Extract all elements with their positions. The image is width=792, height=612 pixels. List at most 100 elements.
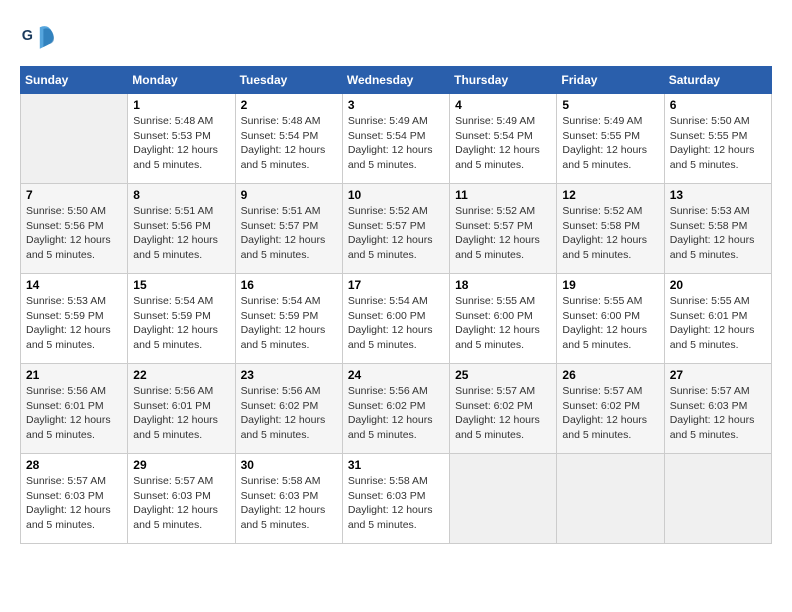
day-info: Sunrise: 5:52 AMSunset: 5:57 PMDaylight:…	[348, 204, 444, 263]
day-number: 5	[562, 98, 658, 112]
day-number: 13	[670, 188, 766, 202]
day-number: 20	[670, 278, 766, 292]
day-number: 11	[455, 188, 551, 202]
day-number: 15	[133, 278, 229, 292]
day-number: 27	[670, 368, 766, 382]
day-info: Sunrise: 5:54 AMSunset: 5:59 PMDaylight:…	[241, 294, 337, 353]
day-info: Sunrise: 5:55 AMSunset: 6:00 PMDaylight:…	[455, 294, 551, 353]
day-info: Sunrise: 5:51 AMSunset: 5:56 PMDaylight:…	[133, 204, 229, 263]
day-number: 30	[241, 458, 337, 472]
day-info: Sunrise: 5:57 AMSunset: 6:03 PMDaylight:…	[133, 474, 229, 533]
day-info: Sunrise: 5:52 AMSunset: 5:57 PMDaylight:…	[455, 204, 551, 263]
day-info: Sunrise: 5:56 AMSunset: 6:02 PMDaylight:…	[241, 384, 337, 443]
day-number: 8	[133, 188, 229, 202]
day-number: 23	[241, 368, 337, 382]
day-number: 26	[562, 368, 658, 382]
day-info: Sunrise: 5:53 AMSunset: 5:59 PMDaylight:…	[26, 294, 122, 353]
calendar-cell: 30 Sunrise: 5:58 AMSunset: 6:03 PMDaylig…	[235, 454, 342, 544]
day-number: 6	[670, 98, 766, 112]
day-info: Sunrise: 5:56 AMSunset: 6:01 PMDaylight:…	[26, 384, 122, 443]
day-info: Sunrise: 5:48 AMSunset: 5:54 PMDaylight:…	[241, 114, 337, 173]
weekday-header-wednesday: Wednesday	[342, 67, 449, 94]
calendar-cell: 15 Sunrise: 5:54 AMSunset: 5:59 PMDaylig…	[128, 274, 235, 364]
day-number: 24	[348, 368, 444, 382]
day-info: Sunrise: 5:57 AMSunset: 6:03 PMDaylight:…	[670, 384, 766, 443]
calendar-cell: 14 Sunrise: 5:53 AMSunset: 5:59 PMDaylig…	[21, 274, 128, 364]
day-info: Sunrise: 5:50 AMSunset: 5:55 PMDaylight:…	[670, 114, 766, 173]
day-number: 7	[26, 188, 122, 202]
day-info: Sunrise: 5:58 AMSunset: 6:03 PMDaylight:…	[241, 474, 337, 533]
day-number: 14	[26, 278, 122, 292]
day-number: 12	[562, 188, 658, 202]
weekday-header-sunday: Sunday	[21, 67, 128, 94]
day-info: Sunrise: 5:55 AMSunset: 6:00 PMDaylight:…	[562, 294, 658, 353]
day-info: Sunrise: 5:54 AMSunset: 6:00 PMDaylight:…	[348, 294, 444, 353]
week-row-4: 21 Sunrise: 5:56 AMSunset: 6:01 PMDaylig…	[21, 364, 772, 454]
week-row-2: 7 Sunrise: 5:50 AMSunset: 5:56 PMDayligh…	[21, 184, 772, 274]
calendar-cell	[557, 454, 664, 544]
day-info: Sunrise: 5:49 AMSunset: 5:54 PMDaylight:…	[348, 114, 444, 173]
day-number: 21	[26, 368, 122, 382]
calendar-cell: 3 Sunrise: 5:49 AMSunset: 5:54 PMDayligh…	[342, 94, 449, 184]
weekday-header-saturday: Saturday	[664, 67, 771, 94]
week-row-5: 28 Sunrise: 5:57 AMSunset: 6:03 PMDaylig…	[21, 454, 772, 544]
day-number: 16	[241, 278, 337, 292]
day-info: Sunrise: 5:51 AMSunset: 5:57 PMDaylight:…	[241, 204, 337, 263]
calendar-cell: 19 Sunrise: 5:55 AMSunset: 6:00 PMDaylig…	[557, 274, 664, 364]
day-number: 29	[133, 458, 229, 472]
calendar-cell: 17 Sunrise: 5:54 AMSunset: 6:00 PMDaylig…	[342, 274, 449, 364]
logo: G	[20, 20, 60, 56]
calendar-cell: 4 Sunrise: 5:49 AMSunset: 5:54 PMDayligh…	[450, 94, 557, 184]
calendar-cell: 13 Sunrise: 5:53 AMSunset: 5:58 PMDaylig…	[664, 184, 771, 274]
calendar-table: SundayMondayTuesdayWednesdayThursdayFrid…	[20, 66, 772, 544]
calendar-cell	[21, 94, 128, 184]
day-info: Sunrise: 5:57 AMSunset: 6:03 PMDaylight:…	[26, 474, 122, 533]
calendar-cell: 22 Sunrise: 5:56 AMSunset: 6:01 PMDaylig…	[128, 364, 235, 454]
calendar-cell: 6 Sunrise: 5:50 AMSunset: 5:55 PMDayligh…	[664, 94, 771, 184]
day-info: Sunrise: 5:55 AMSunset: 6:01 PMDaylight:…	[670, 294, 766, 353]
day-info: Sunrise: 5:58 AMSunset: 6:03 PMDaylight:…	[348, 474, 444, 533]
calendar-cell: 28 Sunrise: 5:57 AMSunset: 6:03 PMDaylig…	[21, 454, 128, 544]
calendar-cell: 25 Sunrise: 5:57 AMSunset: 6:02 PMDaylig…	[450, 364, 557, 454]
day-info: Sunrise: 5:54 AMSunset: 5:59 PMDaylight:…	[133, 294, 229, 353]
calendar-cell: 10 Sunrise: 5:52 AMSunset: 5:57 PMDaylig…	[342, 184, 449, 274]
calendar-cell: 5 Sunrise: 5:49 AMSunset: 5:55 PMDayligh…	[557, 94, 664, 184]
page-header: G	[20, 20, 772, 56]
day-info: Sunrise: 5:56 AMSunset: 6:01 PMDaylight:…	[133, 384, 229, 443]
calendar-cell: 24 Sunrise: 5:56 AMSunset: 6:02 PMDaylig…	[342, 364, 449, 454]
calendar-cell	[664, 454, 771, 544]
calendar-cell	[450, 454, 557, 544]
day-info: Sunrise: 5:56 AMSunset: 6:02 PMDaylight:…	[348, 384, 444, 443]
calendar-cell: 9 Sunrise: 5:51 AMSunset: 5:57 PMDayligh…	[235, 184, 342, 274]
day-info: Sunrise: 5:53 AMSunset: 5:58 PMDaylight:…	[670, 204, 766, 263]
calendar-cell: 1 Sunrise: 5:48 AMSunset: 5:53 PMDayligh…	[128, 94, 235, 184]
calendar-cell: 29 Sunrise: 5:57 AMSunset: 6:03 PMDaylig…	[128, 454, 235, 544]
day-info: Sunrise: 5:52 AMSunset: 5:58 PMDaylight:…	[562, 204, 658, 263]
svg-text:G: G	[22, 28, 33, 44]
calendar-cell: 20 Sunrise: 5:55 AMSunset: 6:01 PMDaylig…	[664, 274, 771, 364]
calendar-cell: 16 Sunrise: 5:54 AMSunset: 5:59 PMDaylig…	[235, 274, 342, 364]
day-number: 3	[348, 98, 444, 112]
day-number: 19	[562, 278, 658, 292]
day-number: 22	[133, 368, 229, 382]
day-number: 25	[455, 368, 551, 382]
weekday-header-tuesday: Tuesday	[235, 67, 342, 94]
calendar-cell: 27 Sunrise: 5:57 AMSunset: 6:03 PMDaylig…	[664, 364, 771, 454]
day-info: Sunrise: 5:49 AMSunset: 5:55 PMDaylight:…	[562, 114, 658, 173]
calendar-cell: 23 Sunrise: 5:56 AMSunset: 6:02 PMDaylig…	[235, 364, 342, 454]
day-number: 17	[348, 278, 444, 292]
day-number: 2	[241, 98, 337, 112]
day-info: Sunrise: 5:49 AMSunset: 5:54 PMDaylight:…	[455, 114, 551, 173]
day-info: Sunrise: 5:57 AMSunset: 6:02 PMDaylight:…	[455, 384, 551, 443]
weekday-header-monday: Monday	[128, 67, 235, 94]
calendar-cell: 2 Sunrise: 5:48 AMSunset: 5:54 PMDayligh…	[235, 94, 342, 184]
day-number: 28	[26, 458, 122, 472]
day-number: 9	[241, 188, 337, 202]
calendar-cell: 18 Sunrise: 5:55 AMSunset: 6:00 PMDaylig…	[450, 274, 557, 364]
week-row-1: 1 Sunrise: 5:48 AMSunset: 5:53 PMDayligh…	[21, 94, 772, 184]
day-info: Sunrise: 5:50 AMSunset: 5:56 PMDaylight:…	[26, 204, 122, 263]
logo-icon: G	[20, 20, 56, 56]
weekday-header-friday: Friday	[557, 67, 664, 94]
day-number: 4	[455, 98, 551, 112]
calendar-cell: 21 Sunrise: 5:56 AMSunset: 6:01 PMDaylig…	[21, 364, 128, 454]
